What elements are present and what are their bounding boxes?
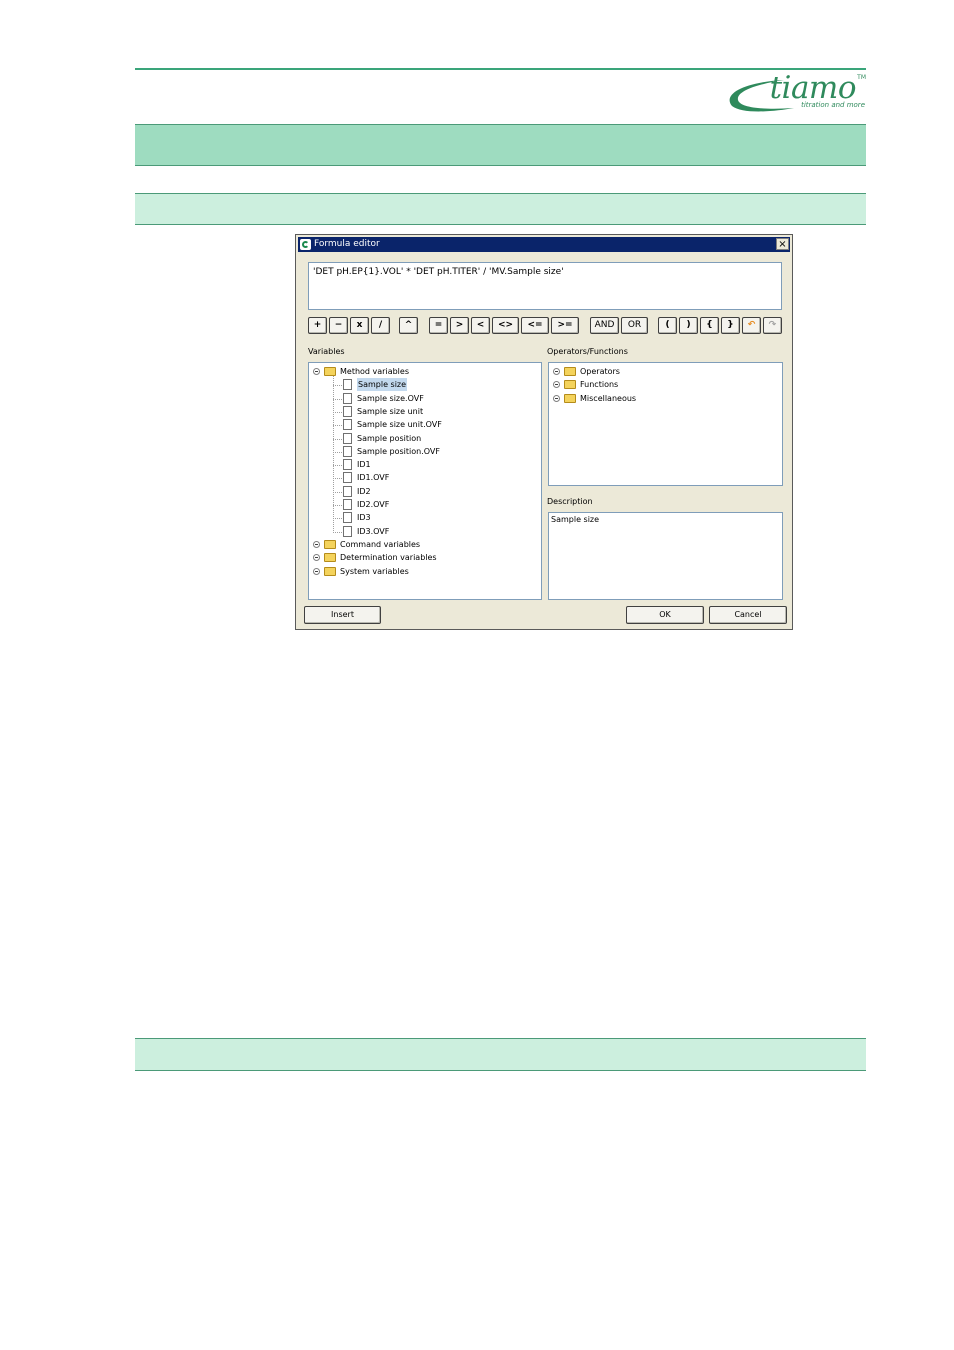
- tree-item-label: Method variables: [340, 367, 409, 376]
- undo-button[interactable]: ↶: [742, 317, 761, 334]
- document-icon: [343, 445, 352, 457]
- close-brace-button[interactable]: }: [721, 317, 740, 334]
- tree-item-label: ID3: [357, 513, 371, 523]
- folder-icon: [324, 553, 336, 563]
- power-button[interactable]: ^: [399, 317, 418, 334]
- folder-icon: [564, 393, 576, 403]
- or-button[interactable]: OR: [621, 317, 648, 334]
- equal-button[interactable]: =: [429, 317, 448, 334]
- open-paren-button[interactable]: (: [658, 317, 677, 334]
- open-brace-button[interactable]: {: [700, 317, 719, 334]
- dialog-title: Formula editor: [314, 239, 380, 249]
- description-box: Sample size: [548, 512, 783, 600]
- folder-icon: [564, 380, 576, 390]
- tree-connector: [333, 531, 342, 533]
- logo-tagline: titration and more: [801, 101, 865, 109]
- close-paren-button[interactable]: ): [679, 317, 698, 334]
- section-heading-band: [135, 124, 866, 166]
- insert-button[interactable]: Insert: [304, 606, 381, 624]
- tree-item-label: Sample size.OVF: [357, 393, 424, 403]
- tree-expander-icon[interactable]: [553, 381, 560, 389]
- tree-item-label: Sample position.OVF: [357, 446, 440, 456]
- tree-expander-icon[interactable]: [313, 567, 320, 575]
- tree-connector: [333, 411, 342, 413]
- header-rule: [135, 68, 866, 70]
- folder-icon: [564, 367, 576, 376]
- plus-button[interactable]: +: [308, 317, 327, 334]
- formula-input[interactable]: 'DET pH.EP{1}.VOL' * 'DET pH.TITER' / 'M…: [308, 262, 782, 310]
- operators-functions-label: Operators/Functions: [547, 347, 628, 356]
- document-icon: [343, 525, 352, 537]
- tree-expander-icon[interactable]: [553, 368, 560, 375]
- dialog-titlebar[interactable]: Formula editor ×: [298, 237, 790, 252]
- subsection-heading-band: [135, 193, 866, 225]
- logo-trademark: TM: [857, 74, 866, 81]
- tree-connector: [333, 505, 342, 506]
- formula-editor-dialog: Formula editor × 'DET pH.EP{1}.VOL' * 'D…: [295, 234, 793, 630]
- tree-expander-icon[interactable]: [313, 368, 320, 375]
- tree-expander-icon[interactable]: [313, 540, 320, 548]
- document-icon: [343, 379, 352, 391]
- tree-item-label: Sample size: [357, 378, 408, 392]
- cancel-button[interactable]: Cancel: [709, 606, 787, 624]
- tree-item-label: Operators: [580, 367, 620, 376]
- minus-button[interactable]: −: [329, 317, 348, 334]
- tree-connector: [333, 518, 342, 520]
- tree-connector: [333, 438, 342, 440]
- tree-item-label: Determination variables: [340, 553, 437, 563]
- tree-connector: [333, 451, 342, 453]
- redo-button[interactable]: ↷: [763, 317, 782, 334]
- greater-equal-button[interactable]: >=: [551, 317, 579, 334]
- tree-connector: [333, 465, 342, 467]
- variables-label: Variables: [308, 347, 345, 356]
- folder-icon: [324, 367, 336, 376]
- document-icon: [343, 432, 352, 444]
- tree-item-label: ID2.OVF: [357, 500, 390, 509]
- tree-connector: [333, 425, 342, 427]
- and-button[interactable]: AND: [590, 317, 619, 334]
- document-icon: [343, 419, 352, 431]
- tree-item-label: Sample size unit.OVF: [357, 420, 442, 430]
- tree-item-label: ID3.OVF: [357, 526, 390, 536]
- tree-connector: [333, 398, 342, 400]
- tree-connector: [333, 491, 342, 493]
- not-equal-button[interactable]: <>: [492, 317, 519, 334]
- tree-item-label: Sample position: [357, 433, 422, 443]
- tiamo-app-icon: [300, 239, 311, 250]
- folder-icon: [324, 566, 336, 576]
- less-equal-button[interactable]: <=: [521, 317, 549, 334]
- tree-item-label: Functions: [580, 380, 619, 390]
- document-icon: [343, 459, 352, 471]
- folder-icon: [324, 539, 336, 549]
- lower-section-band: [135, 1038, 866, 1071]
- tree-item-label: ID1.OVF: [357, 473, 390, 483]
- less-button[interactable]: <: [471, 317, 490, 334]
- tree-item-label: Miscellaneous: [580, 393, 637, 403]
- operators-functions-tree[interactable]: Operators Functions Miscellaneous: [548, 362, 783, 486]
- tree-expander-icon[interactable]: [553, 394, 560, 402]
- ok-button[interactable]: OK: [626, 606, 704, 624]
- operator-toolbar: + − x / ^ = > < <> <= >= AND OR (){} ↶ ↷: [308, 317, 786, 335]
- document-icon: [343, 485, 352, 497]
- document-icon: [343, 472, 352, 484]
- variables-tree[interactable]: Method variables Sample size Sample size.O…: [308, 362, 542, 600]
- tree-item-label: System variables: [340, 566, 409, 576]
- multiply-button[interactable]: x: [350, 317, 369, 334]
- tree-expander-icon[interactable]: [313, 554, 320, 562]
- greater-button[interactable]: >: [450, 317, 469, 334]
- divide-button[interactable]: /: [371, 317, 390, 334]
- description-label: Description: [547, 497, 593, 506]
- document-icon: [343, 499, 352, 510]
- tree-connector: [333, 478, 342, 480]
- tree-connector: [333, 385, 342, 387]
- tree-item-label: Command variables: [340, 539, 421, 549]
- document-icon: [343, 405, 352, 417]
- tree-item-label: Sample size unit: [357, 406, 424, 416]
- tree-item-label: ID1: [357, 460, 371, 470]
- tiamo-logo: tiamo TM titration and more: [724, 70, 866, 114]
- document-icon: [343, 392, 352, 404]
- document-icon: [343, 512, 352, 524]
- tree-item-label: ID2: [357, 486, 371, 496]
- close-button[interactable]: ×: [776, 238, 789, 250]
